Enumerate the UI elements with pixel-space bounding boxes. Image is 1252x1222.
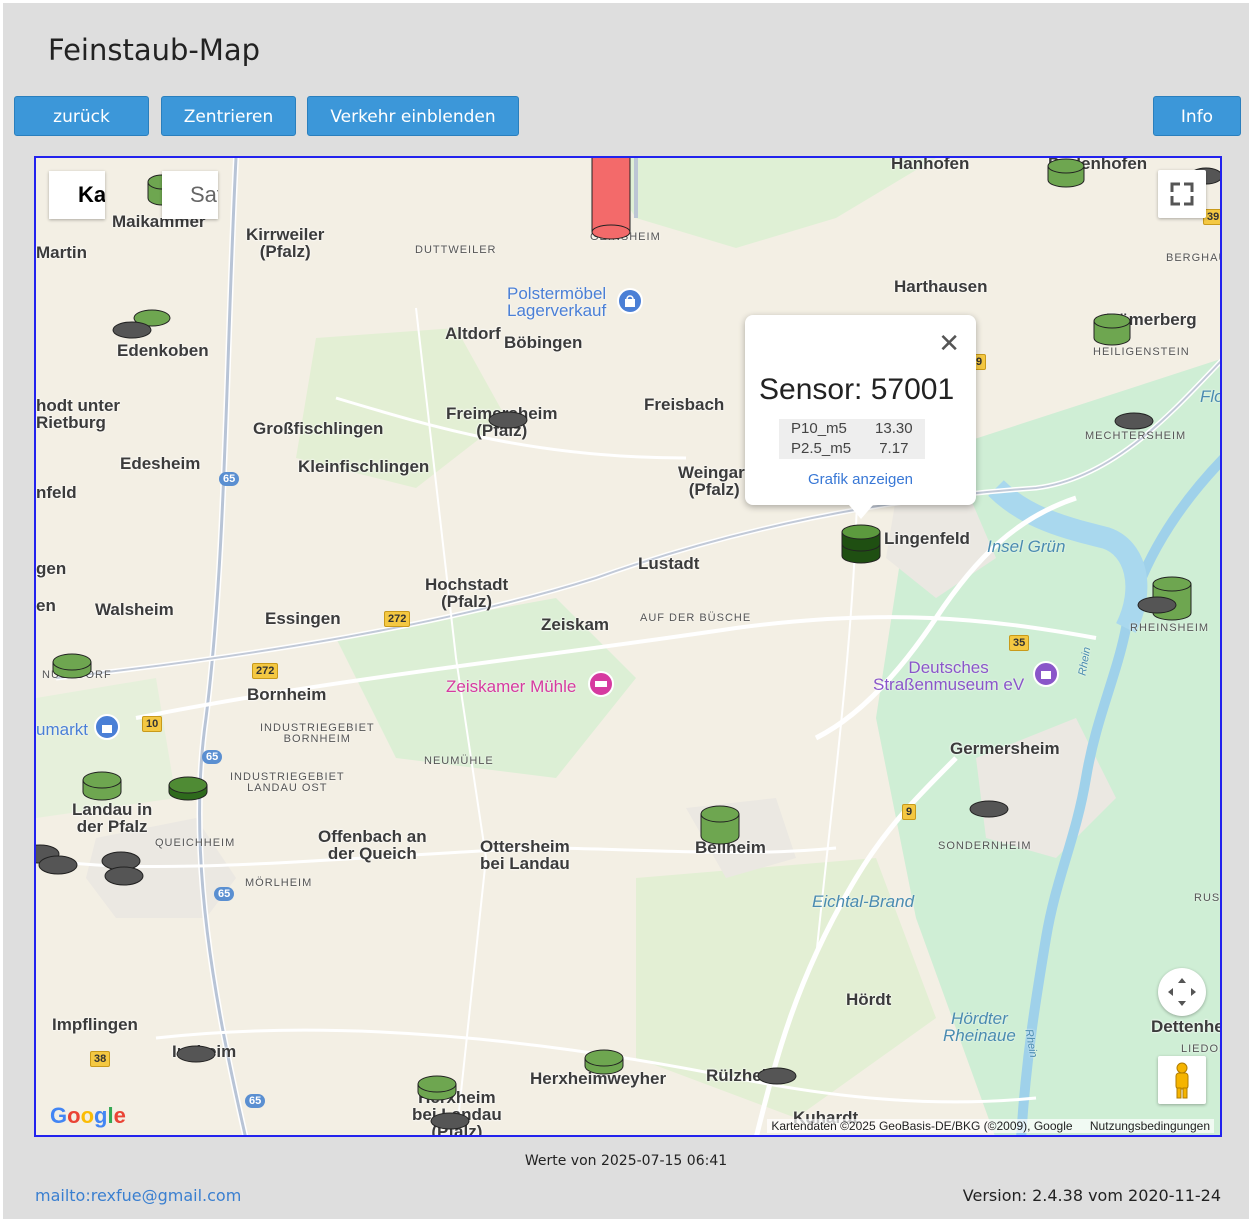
value-number: 13.30 bbox=[875, 420, 913, 437]
sensor-layer bbox=[36, 158, 1222, 1130]
center-button[interactable]: Zentrieren bbox=[161, 96, 296, 136]
sensor-marker[interactable] bbox=[1047, 158, 1085, 188]
value-name: P2.5_m5 bbox=[791, 440, 852, 457]
map-type-satellit-tab[interactable]: Satellit bbox=[162, 171, 218, 219]
camera-control-button[interactable] bbox=[1158, 968, 1206, 1016]
camera-control-icon bbox=[1168, 978, 1196, 1006]
sensor-marker[interactable] bbox=[591, 158, 631, 240]
sensor-marker[interactable] bbox=[82, 771, 122, 801]
traffic-button[interactable]: Verkehr einblenden bbox=[307, 96, 519, 136]
info-button[interactable]: Info bbox=[1153, 96, 1241, 136]
page: Feinstaub-Map zurück Zentrieren Verkehr … bbox=[3, 3, 1249, 1219]
value-name: P10_m5 bbox=[791, 420, 847, 437]
street-view-button[interactable] bbox=[1158, 1056, 1206, 1104]
popup-title: Sensor: 57001 bbox=[759, 373, 955, 406]
close-icon[interactable]: ✕ bbox=[938, 331, 960, 357]
pegman-icon bbox=[1175, 1062, 1189, 1099]
sensor-offline-markers[interactable] bbox=[36, 167, 1222, 1130]
sensor-marker[interactable] bbox=[52, 653, 92, 679]
mail-link[interactable]: mailto:rexfue@gmail.com bbox=[35, 1186, 241, 1205]
sensor-marker[interactable] bbox=[168, 776, 208, 801]
fullscreen-icon bbox=[1170, 182, 1194, 206]
show-graph-link[interactable]: Grafik anzeigen bbox=[745, 471, 976, 488]
terms-link[interactable]: Nutzungsbedingungen bbox=[1090, 1119, 1210, 1133]
google-logo: Google bbox=[50, 1103, 126, 1128]
attribution-text: Kartendaten ©2025 GeoBasis-DE/BKG (©2009… bbox=[771, 1119, 1073, 1133]
table-row: P2.5_m5 7.17 bbox=[779, 439, 925, 459]
sensor-marker[interactable] bbox=[700, 805, 740, 845]
map-type-karte-tab[interactable]: Karte bbox=[49, 171, 105, 219]
map[interactable]: 65 65 65 65 272 272 10 9 9 35 38 39 Hanh… bbox=[34, 156, 1222, 1137]
values-timestamp: Werte von 2025-07-15 06:41 bbox=[524, 1153, 728, 1169]
popup-values-table: P10_m5 13.30 P2.5_m5 7.17 bbox=[779, 419, 925, 459]
sensor-marker[interactable] bbox=[1093, 313, 1131, 346]
table-row: P10_m5 13.30 bbox=[779, 419, 925, 439]
sensor-marker[interactable] bbox=[417, 1075, 457, 1101]
fullscreen-button[interactable] bbox=[1158, 170, 1206, 218]
value-number: 7.17 bbox=[879, 440, 909, 457]
page-title: Feinstaub-Map bbox=[48, 33, 261, 67]
sensor-marker[interactable] bbox=[841, 524, 881, 564]
sensor-marker[interactable] bbox=[584, 1049, 624, 1075]
version-text: Version: 2.4.38 vom 2020-11-24 bbox=[962, 1186, 1221, 1205]
sensor-popup: ✕ Sensor: 57001 P10_m5 13.30 P2.5_m5 7.1… bbox=[745, 315, 976, 519]
map-attribution: Kartendaten ©2025 GeoBasis-DE/BKG (©2009… bbox=[767, 1119, 1214, 1133]
back-button[interactable]: zurück bbox=[14, 96, 149, 136]
